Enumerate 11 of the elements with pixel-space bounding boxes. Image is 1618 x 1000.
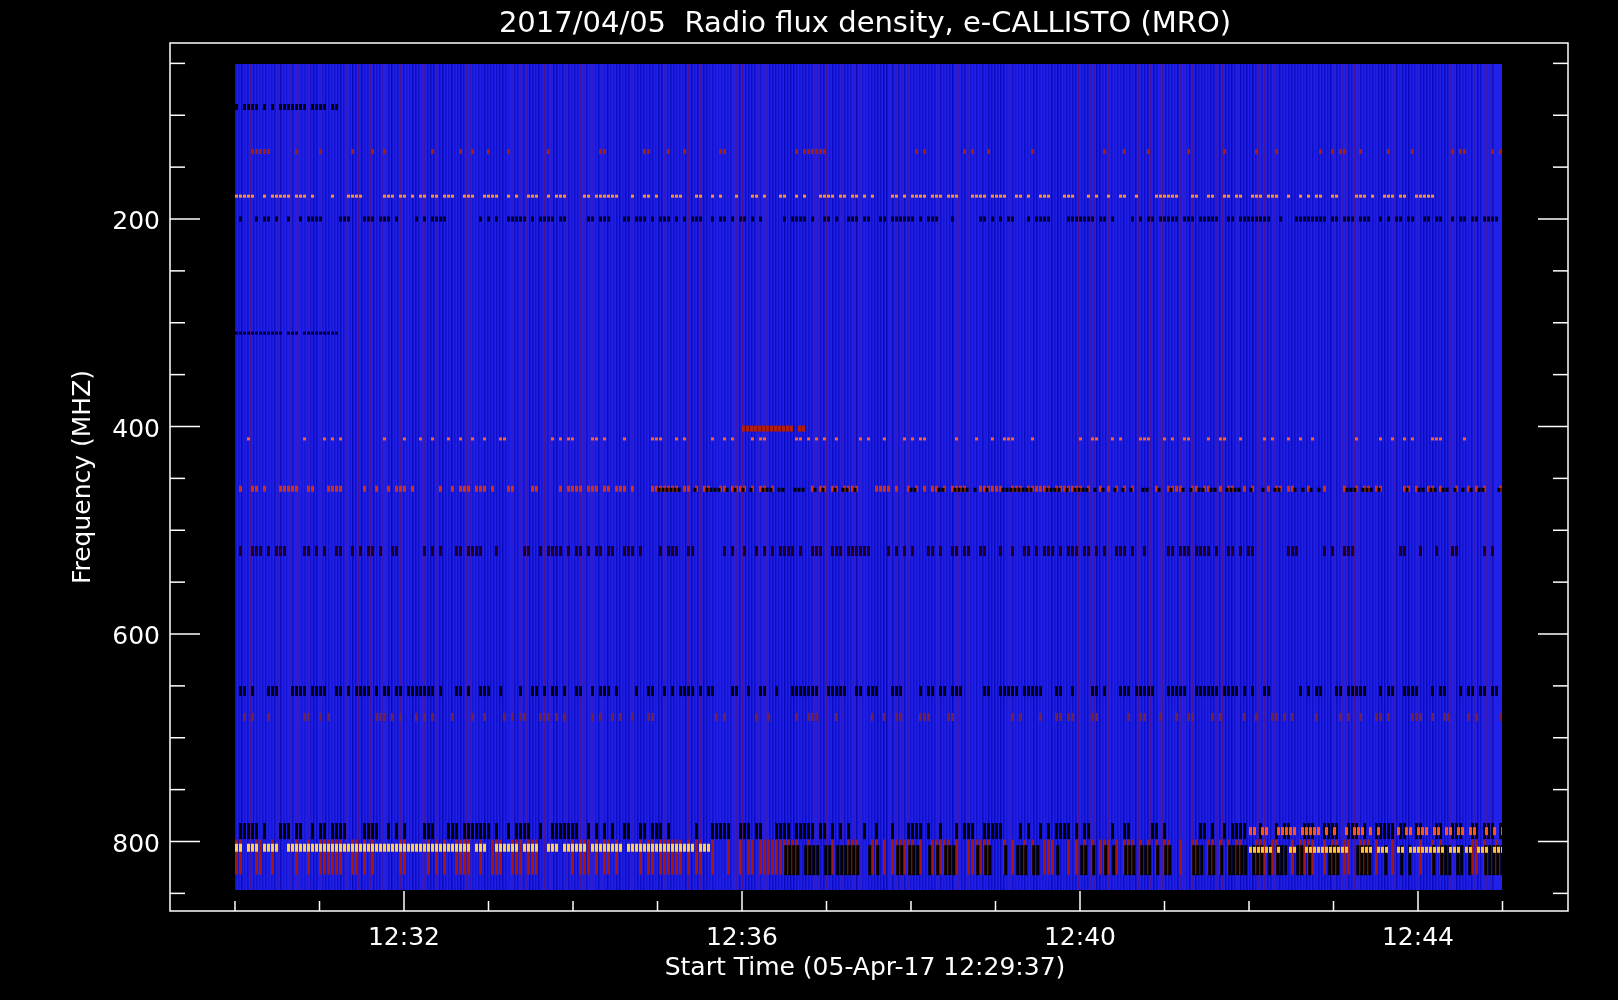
tick-label: 800 (112, 828, 160, 858)
tick-label: 12:44 (1382, 922, 1454, 951)
axis-label: Start Time (05-Apr-17 12:29:37) (664, 952, 1066, 981)
chart-title: 2017/04/05 Radio flux density, e-CALLISTO (MRO) (498, 5, 1232, 39)
tick-label: 12:40 (1044, 922, 1116, 951)
tick-label: 12:36 (706, 922, 778, 951)
tick-label: 200 (112, 206, 160, 235)
tick-label: 600 (112, 621, 160, 650)
axis-label: Frequency (MHZ) (67, 369, 96, 585)
tick-label: 400 (112, 413, 160, 443)
tick-label: 12:32 (368, 922, 440, 951)
